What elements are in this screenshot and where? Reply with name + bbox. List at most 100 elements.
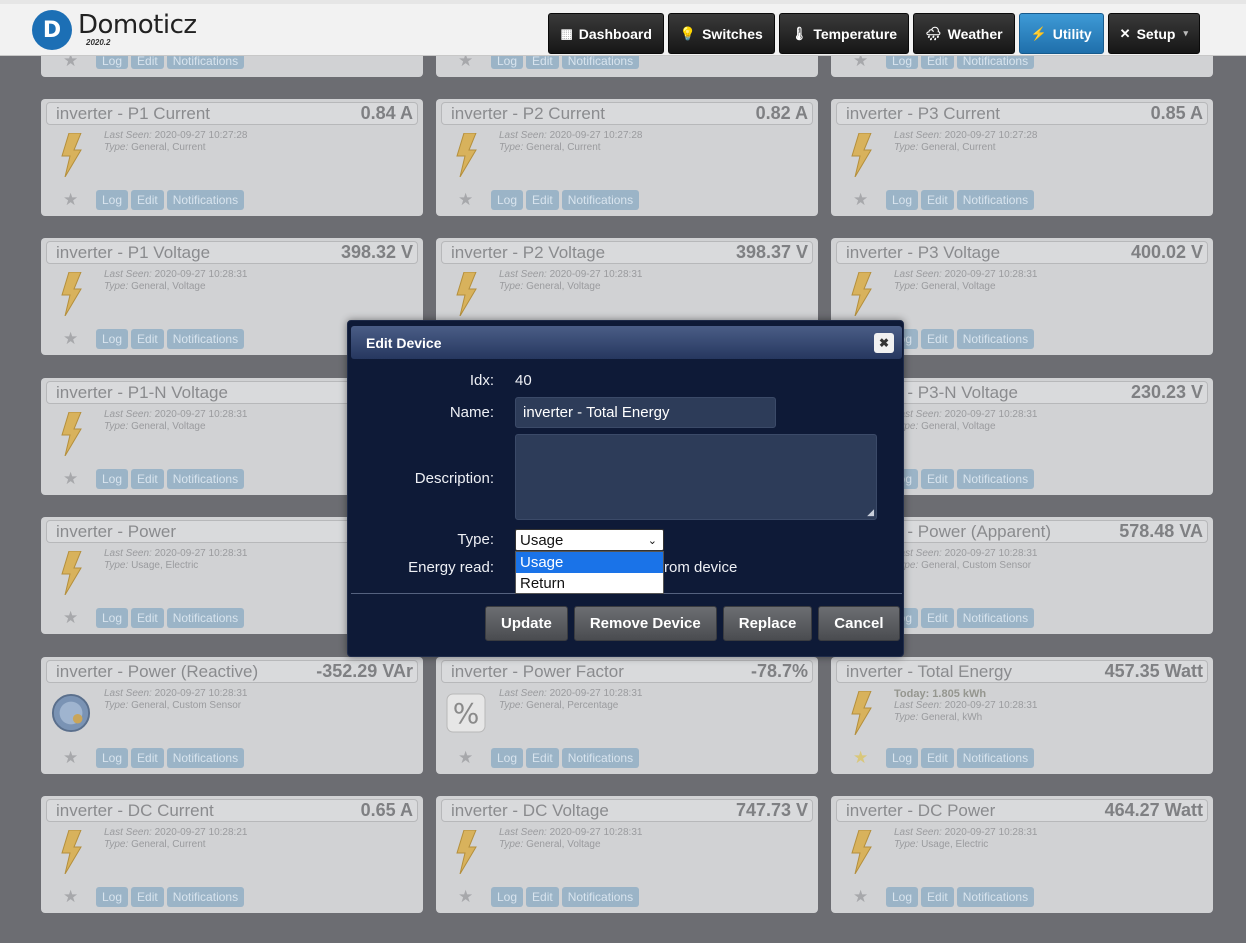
notifications-button[interactable]: Notifications [561, 887, 640, 907]
favorite-star-icon[interactable]: ★ [458, 52, 488, 69]
type-select[interactable]: Usage ⌄ [515, 529, 664, 551]
notifications-button[interactable]: Notifications [166, 748, 245, 768]
notifications-button[interactable]: Notifications [956, 329, 1035, 349]
log-button[interactable]: Log [886, 887, 919, 907]
percent-icon[interactable]: % [445, 690, 487, 736]
lightning-bolt-icon[interactable] [445, 271, 487, 317]
device-name: inverter - P3 Current [846, 103, 1000, 123]
description-label: Description: [414, 470, 494, 487]
edit-button[interactable]: Edit [526, 748, 559, 768]
log-button[interactable]: Log [96, 608, 129, 628]
lightning-bolt-icon[interactable] [50, 132, 92, 178]
favorite-star-icon[interactable]: ★ [458, 888, 488, 906]
notifications-button[interactable]: Notifications [956, 469, 1035, 489]
lightning-bolt-icon[interactable] [840, 829, 882, 875]
type-option-return[interactable]: Return [516, 573, 663, 594]
log-button[interactable]: Log [96, 887, 129, 907]
edit-button[interactable]: Edit [131, 190, 164, 210]
lightning-bolt-icon[interactable] [445, 829, 487, 875]
log-button[interactable]: Log [886, 748, 919, 768]
remove-device-button[interactable]: Remove Device [573, 606, 717, 641]
edit-button[interactable]: Edit [921, 608, 954, 628]
log-button[interactable]: Log [96, 190, 129, 210]
edit-button[interactable]: Edit [526, 887, 559, 907]
nav-dashboard-button[interactable]: ▦ Dashboard [548, 13, 664, 54]
edit-button[interactable]: Edit [921, 190, 954, 210]
favorite-star-icon[interactable]: ★ [853, 749, 883, 767]
log-button[interactable]: Log [491, 748, 524, 768]
replace-button[interactable]: Replace [722, 606, 813, 641]
card-header: inverter - DC Voltage 747.73 V [441, 799, 813, 822]
notifications-button[interactable]: Notifications [956, 748, 1035, 768]
favorite-star-icon[interactable]: ★ [853, 52, 883, 69]
edit-button[interactable]: Edit [921, 469, 954, 489]
log-button[interactable]: Log [96, 329, 129, 349]
edit-button[interactable]: Edit [131, 469, 164, 489]
favorite-star-icon[interactable]: ★ [63, 749, 93, 767]
last-seen-value: 2020-09-27 10:28:31 [549, 269, 643, 280]
logo-letter: D [42, 17, 62, 43]
name-label: Name: [449, 404, 494, 421]
edit-button[interactable]: Edit [131, 887, 164, 907]
lightning-bolt-icon[interactable] [840, 132, 882, 178]
edit-button[interactable]: Edit [131, 608, 164, 628]
favorite-star-icon[interactable]: ★ [63, 609, 93, 627]
edit-button[interactable]: Edit [131, 748, 164, 768]
edit-button[interactable]: Edit [526, 190, 559, 210]
nav-setup-button[interactable]: ✕ Setup ▾ [1107, 13, 1200, 54]
lightning-bolt-icon[interactable] [840, 690, 882, 736]
resize-grip-icon[interactable]: ◢ [867, 507, 874, 518]
nav-weather-button[interactable]: 🌧 Weather [913, 13, 1015, 54]
gauge-icon[interactable] [50, 690, 92, 736]
top-navbar: D Domoticz 2020.2 ▦ Dashboard 💡 Switches 🌡 Te… [0, 0, 1246, 56]
log-button[interactable]: Log [96, 748, 129, 768]
type-option-usage[interactable]: Usage [516, 552, 663, 573]
device-card: inverter - Total Energy 457.35 Watt Today:… [831, 657, 1213, 774]
edit-button[interactable]: Edit [921, 748, 954, 768]
log-button[interactable]: Log [491, 887, 524, 907]
notifications-button[interactable]: Notifications [561, 190, 640, 210]
nav-utility-button[interactable]: ⚡ Utility [1018, 13, 1104, 54]
log-button[interactable]: Log [491, 190, 524, 210]
lightning-bolt-icon[interactable] [50, 829, 92, 875]
lightning-bolt-icon[interactable] [50, 550, 92, 596]
device-value: 457.35 Watt [1104, 661, 1203, 681]
edit-button[interactable]: Edit [921, 329, 954, 349]
lightning-bolt-icon[interactable] [50, 411, 92, 457]
log-button[interactable]: Log [96, 469, 129, 489]
card-header: inverter - DC Power 464.27 Watt [836, 799, 1208, 822]
notifications-button[interactable]: Notifications [166, 469, 245, 489]
favorite-star-icon[interactable]: ★ [63, 52, 93, 69]
notifications-button[interactable]: Notifications [956, 190, 1035, 210]
favorite-star-icon[interactable]: ★ [458, 191, 488, 209]
favorite-star-icon[interactable]: ★ [63, 330, 93, 348]
favorite-star-icon[interactable]: ★ [63, 470, 93, 488]
favorite-star-icon[interactable]: ★ [853, 888, 883, 906]
notifications-button[interactable]: Notifications [166, 608, 245, 628]
log-button[interactable]: Log [886, 190, 919, 210]
close-icon[interactable]: ✖ [874, 333, 894, 353]
edit-button[interactable]: Edit [921, 887, 954, 907]
edit-button[interactable]: Edit [131, 329, 164, 349]
notifications-button[interactable]: Notifications [561, 748, 640, 768]
notifications-button[interactable]: Notifications [166, 190, 245, 210]
name-input[interactable] [515, 397, 776, 428]
notifications-button[interactable]: Notifications [956, 887, 1035, 907]
lightning-bolt-icon[interactable] [50, 271, 92, 317]
update-button[interactable]: Update [485, 606, 568, 641]
nav-switches-button[interactable]: 💡 Switches [667, 13, 775, 54]
card-footer: ★LogEditNotifications [63, 329, 245, 349]
notifications-button[interactable]: Notifications [166, 887, 245, 907]
notifications-button[interactable]: Notifications [166, 329, 245, 349]
domoticz-logo[interactable]: D Domoticz 2020.2 [32, 10, 197, 50]
favorite-star-icon[interactable]: ★ [458, 749, 488, 767]
description-textarea[interactable]: ◢ [515, 434, 877, 520]
nav-temperature-button[interactable]: 🌡 Temperature [778, 13, 910, 54]
notifications-button[interactable]: Notifications [956, 608, 1035, 628]
favorite-star-icon[interactable]: ★ [63, 191, 93, 209]
lightning-bolt-icon[interactable] [840, 271, 882, 317]
favorite-star-icon[interactable]: ★ [853, 191, 883, 209]
favorite-star-icon[interactable]: ★ [63, 888, 93, 906]
cancel-button[interactable]: Cancel [818, 606, 900, 641]
lightning-bolt-icon[interactable] [445, 132, 487, 178]
